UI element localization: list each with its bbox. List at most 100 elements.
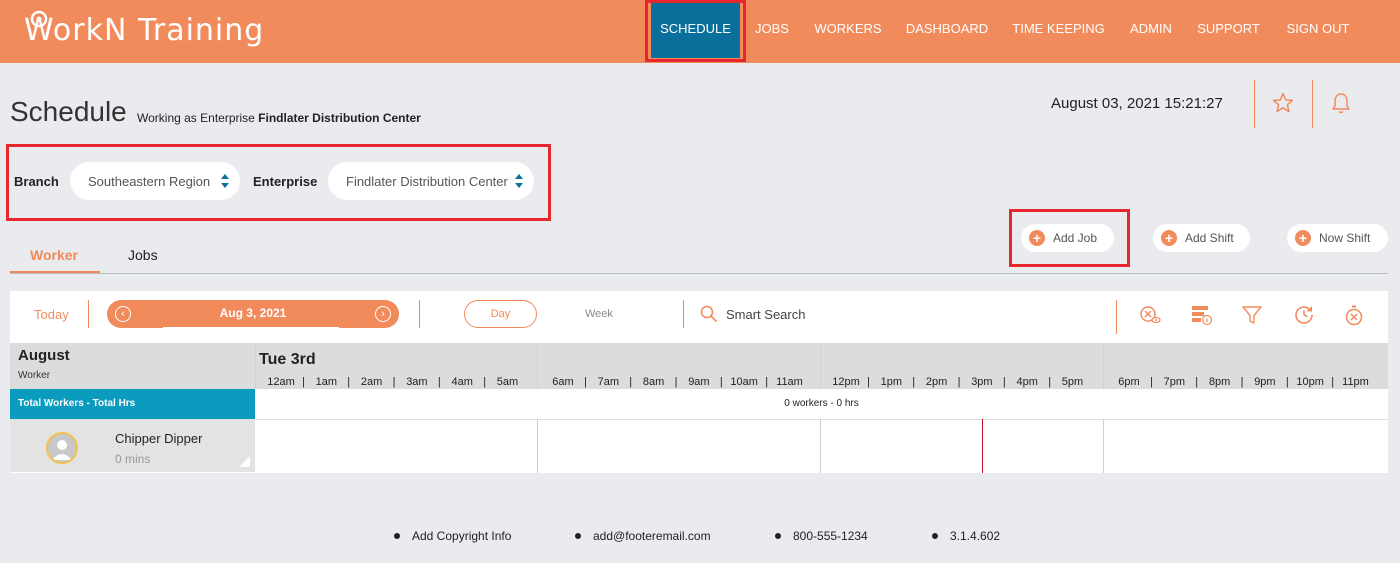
hour-separator: | (437, 376, 441, 388)
enterprise-select-value: Findlater Distribution Center (346, 173, 508, 189)
logo-text: WorkN Training (24, 12, 265, 48)
grid-divider (537, 343, 538, 389)
hour-label: 1pm (880, 376, 902, 388)
view-day-button[interactable]: Day (464, 300, 537, 328)
hour-separator: | (1195, 376, 1199, 388)
branch-label: Branch (14, 174, 59, 189)
nav-dashboard[interactable]: DASHBOARD (900, 0, 994, 58)
hour-separator: | (1240, 376, 1244, 388)
hour-label: 1am (315, 376, 337, 388)
location-pin-icon (30, 10, 48, 28)
hour-label: 7am (597, 376, 619, 388)
hour-label: 7pm (1163, 376, 1185, 388)
scheduler-toolbar: Today ‹ Aug 3, 2021 › Day Week Smart Sea… (10, 291, 1388, 343)
hour-separator: | (765, 376, 769, 388)
row-header-label: Worker (18, 370, 51, 381)
hour-label: 10pm (1296, 376, 1324, 388)
filter-icon[interactable] (1240, 303, 1264, 327)
star-icon[interactable] (1271, 91, 1295, 115)
total-label: Total Workers - Total Hrs (10, 389, 255, 419)
hour-label: 3am (406, 376, 428, 388)
active-tab-indicator (10, 271, 100, 273)
toolbar-divider (419, 300, 420, 328)
hour-label: 6am (552, 376, 574, 388)
hide-view-icon[interactable] (1138, 303, 1162, 327)
grid-divider (820, 343, 821, 389)
footer-email[interactable]: add@footeremail.com (575, 529, 711, 543)
history-icon[interactable] (1292, 303, 1316, 327)
nav-support[interactable]: SUPPORT (1191, 0, 1266, 58)
tab-jobs[interactable]: Jobs (128, 247, 158, 263)
hour-label: 5pm (1061, 376, 1084, 388)
user-icon (52, 440, 72, 460)
tab-worker[interactable]: Worker (30, 247, 78, 263)
nav-jobs[interactable]: JOBS (748, 0, 796, 58)
bell-icon[interactable] (1330, 91, 1352, 115)
hour-separator: | (1002, 376, 1006, 388)
add-job-button[interactable]: + Add Job (1021, 224, 1114, 252)
avatar (46, 432, 78, 464)
plus-circle-icon: + (1029, 230, 1045, 246)
hour-separator: | (719, 376, 723, 388)
hour-separator: | (1150, 376, 1153, 388)
hour-label: 3pm (971, 376, 993, 388)
hour-separator: | (867, 376, 870, 388)
hour-separator: | (302, 376, 305, 388)
hour-label: 10am (730, 376, 758, 388)
add-job-label: Add Job (1053, 231, 1098, 245)
smart-search-input[interactable]: Smart Search (726, 307, 805, 322)
subtitle-prefix: Working as Enterprise (137, 111, 255, 125)
hour-separator: | (1285, 376, 1289, 388)
hour-label: 12pm (832, 376, 860, 388)
shift-info-icon[interactable] (1190, 303, 1214, 327)
plus-circle-icon: + (1295, 230, 1311, 246)
header-divider (1312, 80, 1313, 128)
hour-label: 9am (688, 376, 710, 388)
now-shift-button[interactable]: + Now Shift (1287, 224, 1388, 252)
header-divider (1254, 80, 1255, 128)
stopwatch-icon[interactable] (1342, 303, 1366, 327)
hour-label: 4am (451, 376, 473, 388)
hour-label: 2pm (925, 376, 948, 388)
current-date[interactable]: Aug 3, 2021 (107, 306, 399, 320)
hour-separator: | (674, 376, 678, 388)
hour-label: 2am (360, 376, 383, 388)
nav-workers[interactable]: WORKERS (808, 0, 888, 58)
hour-label: 12am (267, 376, 295, 388)
page-subtitle: Working as Enterprise Findlater Distribu… (137, 111, 421, 125)
grid-divider (1103, 419, 1104, 473)
worker-minutes: 0 mins (115, 452, 151, 466)
month-label: August (18, 347, 70, 364)
hour-separator: | (584, 376, 587, 388)
hour-label: 9pm (1254, 376, 1276, 388)
hour-label: 4pm (1016, 376, 1038, 388)
hour-separator: | (1331, 376, 1335, 388)
resize-handle[interactable] (239, 456, 250, 467)
toolbar-divider (88, 300, 89, 328)
footer-version: 3.1.4.602 (932, 529, 1000, 543)
hour-label: 11am (776, 376, 803, 388)
branch-select[interactable]: Southeastern Region (70, 162, 240, 200)
select-arrows-icon (221, 174, 229, 188)
view-week-button[interactable]: Week (585, 308, 613, 320)
app-logo[interactable]: WorkN Training (24, 6, 264, 54)
today-button[interactable]: Today (34, 307, 69, 322)
tabs-divider (10, 273, 1388, 274)
nav-sign-out[interactable]: SIGN OUT (1278, 0, 1358, 58)
toolbar-divider (1116, 300, 1117, 334)
worker-name[interactable]: Chipper Dipper (115, 431, 202, 446)
search-icon[interactable] (700, 305, 718, 323)
nav-time-keeping[interactable]: TIME KEEPING (1006, 0, 1111, 58)
total-value: 0 workers - 0 hrs (784, 398, 859, 409)
hour-separator: | (392, 376, 396, 388)
current-time-indicator (982, 419, 983, 473)
chevron-right-icon[interactable]: › (375, 306, 391, 322)
enterprise-select[interactable]: Findlater Distribution Center (328, 162, 534, 200)
hour-separator: | (957, 376, 961, 388)
now-shift-label: Now Shift (1319, 231, 1371, 245)
hour-label: 11pm (1342, 376, 1369, 388)
current-datetime: August 03, 2021 15:21:27 (1051, 95, 1223, 112)
nav-admin[interactable]: ADMIN (1123, 0, 1179, 58)
hour-label: 6pm (1118, 376, 1140, 388)
add-shift-button[interactable]: + Add Shift (1153, 224, 1250, 252)
